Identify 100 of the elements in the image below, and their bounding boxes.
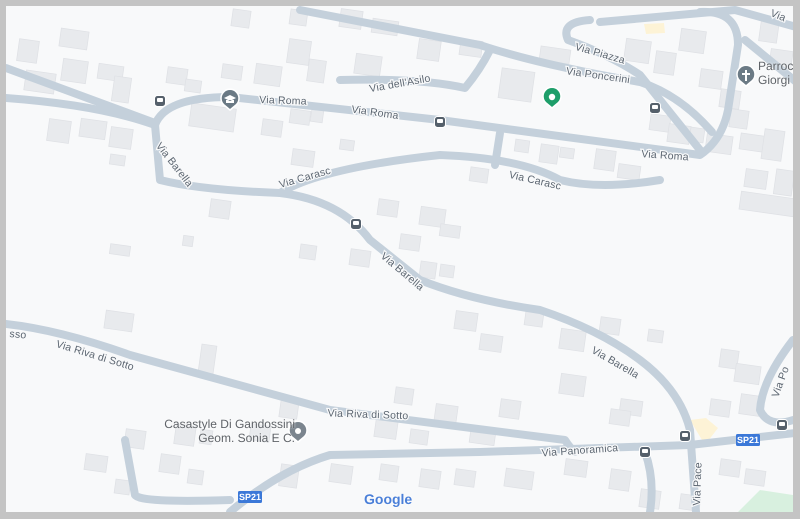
place-label[interactable]: Parroc Giorgi xyxy=(758,59,793,87)
building xyxy=(498,67,536,103)
street-label: Via Pace xyxy=(691,462,705,506)
building xyxy=(744,468,766,487)
building xyxy=(108,154,126,166)
building xyxy=(373,418,399,440)
street-label: Via xyxy=(768,7,788,24)
building xyxy=(558,372,587,398)
road-shield: SP21 xyxy=(736,434,760,446)
building xyxy=(288,8,308,27)
street-label: Via Panoramica xyxy=(541,442,619,460)
building xyxy=(376,198,400,218)
building xyxy=(453,310,479,332)
building xyxy=(278,398,300,420)
building xyxy=(290,148,316,168)
building xyxy=(564,458,588,478)
building xyxy=(538,46,572,64)
building xyxy=(478,333,504,353)
building xyxy=(438,264,456,278)
building xyxy=(230,8,252,29)
cross-pin-icon[interactable] xyxy=(736,64,756,87)
building xyxy=(78,118,108,140)
building xyxy=(738,393,762,417)
landmark-area xyxy=(644,23,665,34)
building xyxy=(408,428,430,446)
building xyxy=(184,78,202,94)
bus-stop-icon[interactable] xyxy=(776,419,788,431)
street-label: sso xyxy=(9,328,27,342)
street-label: Via Po xyxy=(770,364,792,399)
building xyxy=(598,316,622,336)
street-label: Via Roma xyxy=(640,148,690,164)
building xyxy=(416,38,442,62)
building xyxy=(454,468,476,488)
building xyxy=(708,398,732,418)
building xyxy=(158,453,182,475)
bus-stop-icon[interactable] xyxy=(434,116,446,128)
building xyxy=(186,468,204,486)
building xyxy=(394,386,414,406)
building xyxy=(718,348,740,370)
building xyxy=(728,108,750,130)
building xyxy=(108,243,132,257)
building xyxy=(253,62,283,88)
building xyxy=(23,70,57,94)
building xyxy=(514,138,530,154)
building xyxy=(678,28,707,54)
building xyxy=(182,234,194,248)
building xyxy=(198,344,218,374)
building xyxy=(278,463,300,489)
street-label: Via Riva di Sotto xyxy=(327,407,409,422)
building xyxy=(638,488,662,510)
bus-stop-icon[interactable] xyxy=(154,95,166,107)
street-label: Via Piazza xyxy=(574,40,626,67)
building xyxy=(378,463,400,483)
building xyxy=(468,166,490,184)
building xyxy=(648,113,672,133)
building xyxy=(286,38,312,66)
building xyxy=(328,463,354,485)
building xyxy=(103,310,135,332)
building xyxy=(220,63,244,81)
building xyxy=(60,58,89,84)
building xyxy=(298,244,318,260)
building xyxy=(698,68,724,90)
building xyxy=(524,310,544,328)
building xyxy=(623,38,652,64)
street-label: Via Riva di Sotto xyxy=(54,338,136,374)
school-pin-icon[interactable] xyxy=(220,88,240,111)
building xyxy=(458,38,484,58)
google-logo[interactable]: Google xyxy=(364,492,412,506)
bus-stop-icon[interactable] xyxy=(350,218,362,230)
location-pin-icon[interactable] xyxy=(542,86,562,109)
street-label: Via Roma xyxy=(350,104,400,122)
building xyxy=(616,163,642,181)
building xyxy=(338,138,356,152)
building xyxy=(503,468,535,490)
building xyxy=(114,478,132,496)
building xyxy=(166,66,188,86)
building xyxy=(593,148,617,172)
building xyxy=(718,88,742,110)
building xyxy=(16,38,40,64)
building xyxy=(306,58,327,84)
building xyxy=(46,118,72,144)
bus-stop-icon[interactable] xyxy=(639,446,651,458)
bus-stop-icon[interactable] xyxy=(679,430,691,442)
street-label: Via Roma xyxy=(259,94,307,108)
building xyxy=(58,28,90,50)
park-area xyxy=(738,490,793,512)
building xyxy=(418,468,442,490)
building xyxy=(646,328,664,344)
building xyxy=(608,408,632,427)
street-label: Via dell'Asilo xyxy=(368,72,432,96)
building xyxy=(653,50,677,76)
building xyxy=(718,458,742,478)
bus-stop-icon[interactable] xyxy=(649,102,661,114)
building xyxy=(733,362,762,386)
building xyxy=(260,118,284,138)
building xyxy=(353,52,383,78)
place-label[interactable]: Casastyle Di Gandossini Geom. Sonia E C. xyxy=(140,417,295,445)
street-label: Via Carasc xyxy=(508,168,562,193)
building xyxy=(558,328,587,352)
building xyxy=(108,126,134,150)
